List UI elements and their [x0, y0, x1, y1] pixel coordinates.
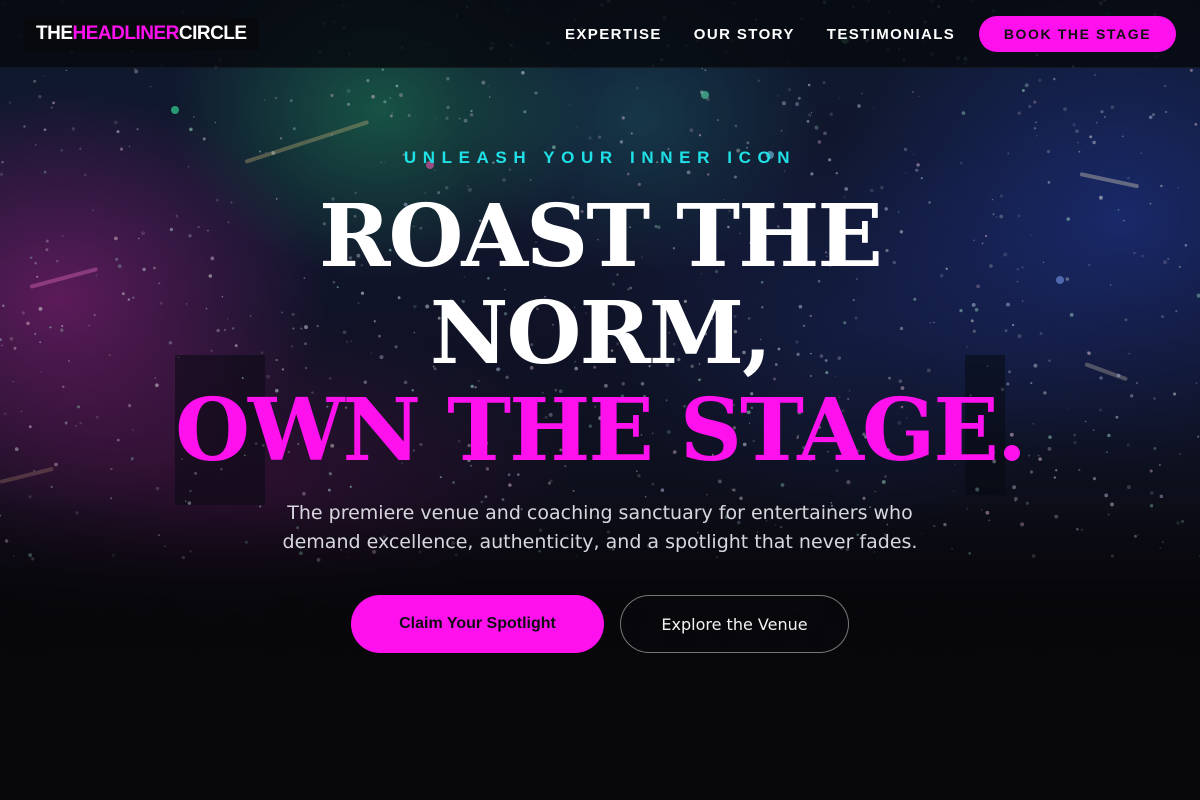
- hero-headline: ROAST THE NORM, OWN THE STAGE.: [0, 188, 1200, 479]
- headline-line-3: OWN THE STAGE.: [175, 380, 1027, 481]
- claim-your-spotlight-button[interactable]: Claim Your Spotlight: [351, 595, 604, 653]
- explore-the-venue-button[interactable]: Explore the Venue: [620, 595, 849, 653]
- headline-line-1: ROAST THE: [319, 186, 883, 287]
- hero-section: UNLEASH YOUR INNER ICON ROAST THE NORM, …: [0, 0, 1200, 800]
- hero-subtitle: The premiere venue and coaching sanctuar…: [282, 502, 918, 553]
- hero-eyebrow: UNLEASH YOUR INNER ICON: [403, 148, 797, 167]
- headline-line-2: NORM,: [429, 283, 772, 384]
